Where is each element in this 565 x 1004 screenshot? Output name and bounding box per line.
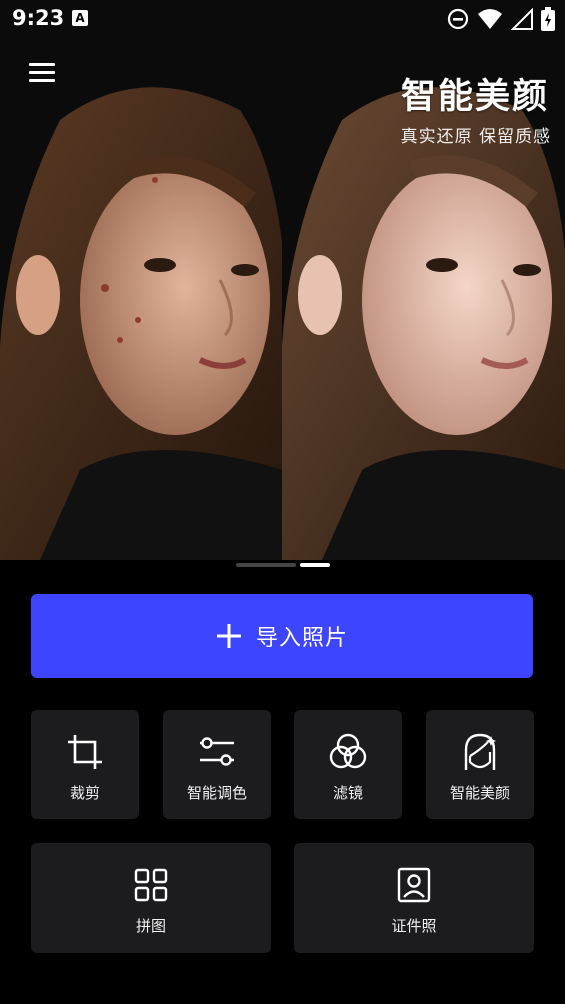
tool-filter-label: 滤镜 bbox=[332, 784, 363, 802]
tool-filter[interactable]: 滤镜 bbox=[294, 710, 402, 819]
tool-id-photo[interactable]: 证件照 bbox=[294, 843, 534, 953]
tool-smart-beauty[interactable]: 智能美颜 bbox=[426, 710, 534, 819]
tool-collage[interactable]: 拼图 bbox=[31, 843, 271, 953]
tool-id-photo-label: 证件照 bbox=[391, 917, 437, 935]
pager-dot[interactable] bbox=[236, 563, 296, 567]
face-icon bbox=[464, 733, 496, 770]
tool-smart-color[interactable]: 智能调色 bbox=[163, 710, 271, 819]
hero-subtitle: 真实还原 保留质感 bbox=[400, 127, 551, 147]
battery-icon bbox=[541, 7, 555, 31]
hero-title: 智能美颜 bbox=[400, 77, 549, 117]
grid-icon bbox=[134, 868, 168, 902]
sliders-icon bbox=[200, 737, 234, 766]
plus-icon bbox=[216, 624, 241, 648]
tool-crop[interactable]: 裁剪 bbox=[31, 710, 139, 819]
tool-smart-color-label: 智能调色 bbox=[186, 784, 247, 802]
import-photo-button[interactable]: 导入照片 bbox=[31, 594, 533, 678]
carousel-pager bbox=[236, 563, 330, 567]
status-bar: 9:23 A bbox=[0, 0, 565, 38]
filter-circles-icon bbox=[329, 733, 367, 769]
menu-icon[interactable] bbox=[29, 58, 55, 88]
tool-collage-label: 拼图 bbox=[135, 917, 166, 935]
tool-smart-beauty-label: 智能美颜 bbox=[449, 784, 510, 802]
id-photo-icon bbox=[397, 867, 431, 903]
do-not-disturb-icon bbox=[447, 8, 469, 30]
wifi-icon bbox=[478, 9, 502, 29]
tool-crop-label: 裁剪 bbox=[69, 784, 100, 802]
crop-icon bbox=[68, 735, 102, 769]
hero-banner[interactable]: 智能美颜 真实还原 保留质感 bbox=[0, 0, 565, 560]
status-time: 9:23 bbox=[12, 6, 65, 30]
pager-dot-active[interactable] bbox=[300, 563, 330, 567]
text-a-icon: A bbox=[72, 10, 88, 26]
signal-icon bbox=[511, 8, 533, 30]
import-photo-label: 导入照片 bbox=[255, 626, 348, 651]
